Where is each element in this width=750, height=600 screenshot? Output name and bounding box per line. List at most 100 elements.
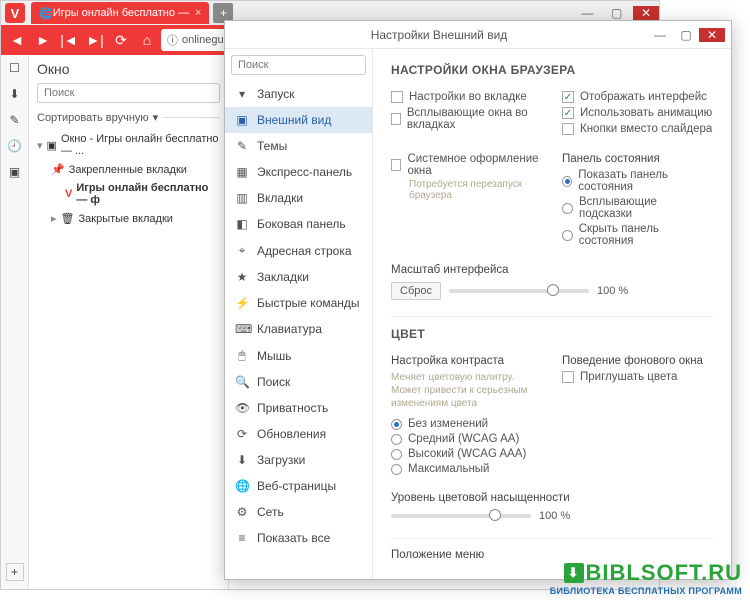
nav-icon: ★ (235, 270, 249, 284)
contrast-title: Настройка контраста (391, 355, 542, 367)
settings-window: Настройки Внешний вид — ▢ ✕ ▾Запуск▣Внеш… (224, 20, 732, 580)
settings-nav-Запуск[interactable]: ▾Запуск (225, 81, 372, 107)
nav-icon: 🔍 (235, 375, 249, 389)
saturation-slider[interactable] (391, 514, 531, 518)
rewind-button[interactable]: |◄ (57, 28, 81, 52)
globe-icon: 🌐 (39, 7, 53, 20)
saturation-value: 100 % (539, 510, 570, 522)
maximize-button[interactable]: ▢ (604, 6, 630, 20)
settings-minimize-button[interactable]: — (647, 28, 673, 42)
radio-Высокий (WCAG AAA)[interactable]: Высокий (WCAG AAA) (391, 448, 542, 460)
window-icon[interactable]: ▣ (9, 165, 20, 179)
bgwin-title: Поведение фонового окна (562, 355, 713, 367)
nav-icon: ✎ (235, 139, 249, 153)
sort-label[interactable]: Сортировать вручную ▾ (37, 111, 220, 124)
settings-nav-Обновления[interactable]: ⟳Обновления (225, 421, 372, 447)
watermark: ⬇BIBLSOFT.RU БИБЛИОТЕКА БЕСПЛАТНЫХ ПРОГР… (550, 560, 742, 596)
checkbox-Всплывающие окна во вкладках[interactable]: Всплывающие окна во вкладках (391, 107, 542, 131)
settings-close-button[interactable]: ✕ (699, 28, 725, 42)
tree-root[interactable]: ▾ ▣ Окно - Игры онлайн бесплатно — ... (37, 130, 220, 160)
settings-nav-Адресная строка[interactable]: ⌖Адресная строка (225, 237, 372, 264)
radio-Средний (WCAG AA)[interactable]: Средний (WCAG AA) (391, 433, 542, 445)
nav-icon: ⚡ (235, 296, 249, 310)
minimize-button[interactable]: — (574, 6, 600, 20)
back-button[interactable]: ◄ (5, 28, 29, 52)
nav-icon: ⌖ (235, 243, 249, 258)
nav-icon: ⬇ (235, 453, 249, 467)
settings-nav-Внешний вид[interactable]: ▣Внешний вид (225, 107, 372, 133)
settings-nav-Быстрые команды[interactable]: ⚡Быстрые команды (225, 290, 372, 316)
panel-title: Окно (37, 61, 220, 77)
nav-icon: ▥ (235, 191, 249, 205)
checkbox-Настройки во вкладке[interactable]: Настройки во вкладке (391, 91, 542, 103)
settings-nav-Темы[interactable]: ✎Темы (225, 133, 372, 159)
panel-search-input[interactable] (37, 83, 220, 103)
window-panel: Окно Сортировать вручную ▾ ▾ ▣ Окно - Иг… (29, 55, 229, 589)
settings-search-input[interactable] (231, 55, 366, 75)
settings-nav-Клавиатура[interactable]: ⌨Клавиатура (225, 316, 372, 342)
settings-nav-Вкладки[interactable]: ▥Вкладки (225, 185, 372, 211)
tree-active-tab[interactable]: V Игры онлайн бесплатно — ф (37, 179, 220, 209)
close-button[interactable]: ✕ (633, 6, 659, 20)
settings-nav-Веб-страницы[interactable]: 🌐Веб-страницы (225, 473, 372, 499)
nav-icon: 🌐 (235, 479, 249, 493)
history-icon[interactable]: 🕘 (7, 139, 22, 153)
statusbar-title: Панель состояния (562, 153, 713, 165)
settings-nav-Поиск[interactable]: 🔍Поиск (225, 369, 372, 395)
settings-nav-Сеть[interactable]: ⚙Сеть (225, 499, 372, 525)
section-color-title: ЦВЕТ (391, 327, 713, 341)
ui-scale-label: Масштаб интерфейса (391, 264, 713, 276)
saturation-label: Уровень цветовой насыщенности (391, 492, 713, 504)
tab-title: Игры онлайн бесплатно — (53, 7, 189, 19)
checkbox-Отображать интерфейс[interactable]: Отображать интерфейс (562, 91, 713, 103)
nav-icon: ≡ (235, 531, 249, 545)
bookmarks-icon[interactable]: ☐ (9, 61, 20, 75)
settings-nav-Мышь[interactable]: 🖱Мышь (225, 342, 372, 369)
nav-icon: 🖱 (235, 348, 249, 363)
home-button[interactable]: ⌂ (135, 28, 159, 52)
side-rail: ☐ ⬇ ✎ 🕘 ▣ + (1, 55, 29, 589)
notes-icon[interactable]: ✎ (9, 113, 19, 127)
forward-button[interactable]: ► (31, 28, 55, 52)
tree-closed[interactable]: ▸ 🗑 Закрытые вкладки (37, 209, 220, 228)
ui-scale-value: 100 % (597, 285, 628, 297)
tree-pinned[interactable]: 📌 Закрепленные вкладки (37, 160, 220, 179)
checkbox-Использовать анимацию[interactable]: Использовать анимацию (562, 107, 713, 119)
settings-nav-Экспресс-панель[interactable]: ▦Экспресс-панель (225, 159, 372, 185)
info-icon: ⓘ (167, 32, 178, 48)
chevron-down-icon: ▾ (153, 111, 159, 124)
settings-titlebar: Настройки Внешний вид — ▢ ✕ (225, 21, 731, 49)
checkbox-system-theme[interactable]: Системное оформление окна (391, 153, 542, 177)
settings-nav-Показать все[interactable]: ≡Показать все (225, 525, 372, 551)
reload-button[interactable]: ⟳ (109, 28, 133, 52)
settings-nav-Приватность[interactable]: 👁Приватность (225, 395, 372, 421)
radio-Максимальный[interactable]: Максимальный (391, 463, 542, 475)
nav-icon: 👁 (235, 401, 249, 415)
settings-nav-Загрузки[interactable]: ⬇Загрузки (225, 447, 372, 473)
add-panel-button[interactable]: + (6, 563, 24, 581)
downloads-icon[interactable]: ⬇ (9, 87, 19, 101)
window-buttons: — ▢ ✕ (574, 6, 659, 20)
browser-tab[interactable]: 🌐 Игры онлайн бесплатно — × (31, 2, 209, 24)
section-browser-window-title: НАСТРОЙКИ ОКНА БРАУЗЕРА (391, 63, 713, 77)
checkbox-Кнопки вместо слайдера[interactable]: Кнопки вместо слайдера (562, 123, 713, 135)
vivaldi-logo[interactable]: V (5, 3, 25, 23)
tab-close-icon[interactable]: × (195, 7, 201, 19)
nav-icon: ⟳ (235, 427, 249, 441)
download-icon: ⬇ (564, 563, 584, 583)
radio-Показать панель состояния[interactable]: Показать панель состояния (562, 169, 713, 193)
settings-nav-Закладки[interactable]: ★Закладки (225, 264, 372, 290)
ui-scale-reset-button[interactable]: Сброс (391, 282, 441, 300)
settings-nav-Боковая панель[interactable]: ◧Боковая панель (225, 211, 372, 237)
contrast-desc: Меняет цветовую палитру. Может привести … (391, 371, 542, 410)
ui-scale-slider[interactable] (449, 289, 589, 293)
ffwd-button[interactable]: ►| (83, 28, 107, 52)
radio-Всплывающие подсказки[interactable]: Всплывающие подсказки (562, 196, 713, 220)
nav-icon: ◧ (235, 217, 249, 231)
settings-sidebar: ▾Запуск▣Внешний вид✎Темы▦Экспресс-панель… (225, 49, 373, 579)
settings-maximize-button[interactable]: ▢ (673, 28, 699, 42)
radio-Без изменений[interactable]: Без изменений (391, 418, 542, 430)
radio-Скрыть панель состояния[interactable]: Скрыть панель состояния (562, 223, 713, 247)
nav-icon: ▦ (235, 165, 249, 179)
checkbox-mute-colors[interactable]: Приглушать цвета (562, 371, 713, 383)
